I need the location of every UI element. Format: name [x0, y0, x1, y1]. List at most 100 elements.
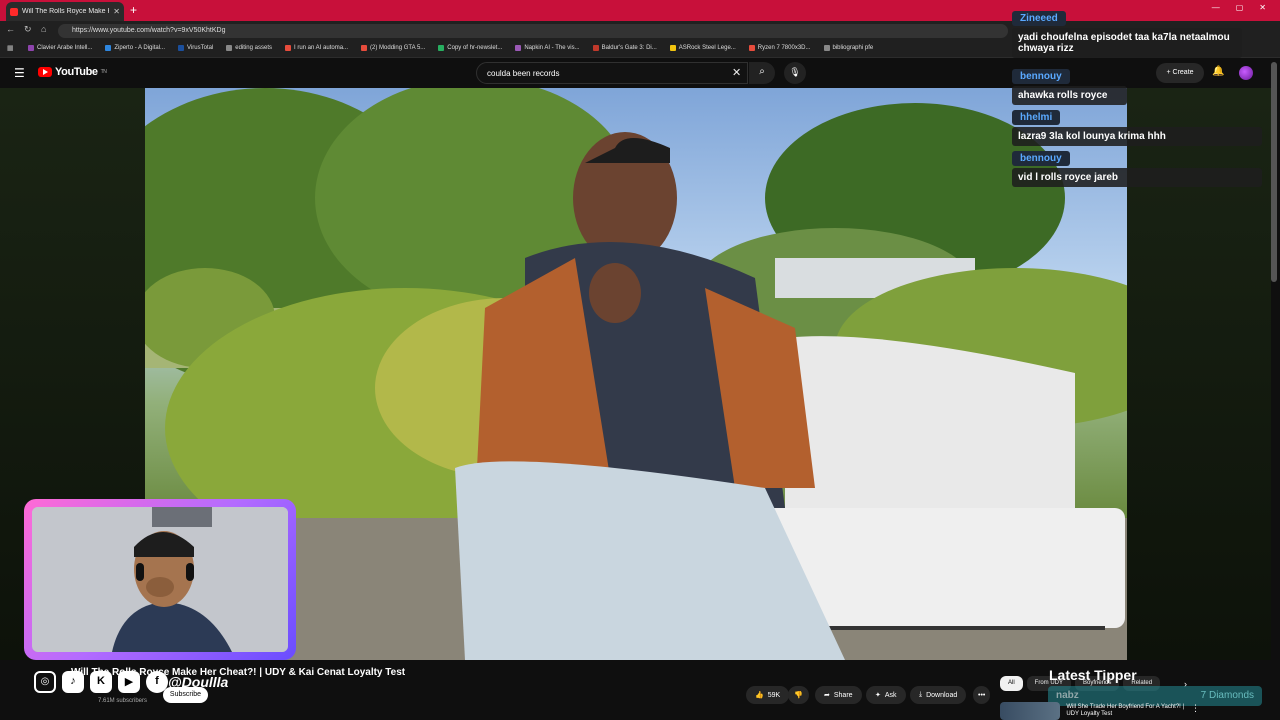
- like-count: 59K: [767, 691, 781, 699]
- bookmark-item[interactable]: Ziperto - A Digital...: [105, 45, 165, 51]
- back-icon[interactable]: ←: [6, 24, 15, 34]
- bookmark-favicon-icon: [178, 45, 185, 51]
- chat-username: Zineeed: [1012, 11, 1066, 26]
- bookmark-item[interactable]: ASRock Steel Lege...: [669, 45, 736, 51]
- chat-message: bennouy ahawka rolls royce: [1012, 66, 1127, 105]
- bookmark-label: I run an AI automa...: [294, 45, 349, 51]
- bookmark-item[interactable]: VirusTotal: [178, 45, 213, 51]
- bookmark-item[interactable]: I run an AI automa...: [285, 45, 348, 51]
- bookmark-favicon-icon: [669, 45, 676, 51]
- bookmark-label: Baldur's Gate 3: Di...: [601, 45, 657, 51]
- apps-icon[interactable]: ▦: [7, 44, 14, 52]
- more-horizontal-icon: •••: [978, 691, 986, 699]
- search-input[interactable]: coulda been records: [476, 62, 748, 84]
- youtube-play-icon: [38, 67, 52, 77]
- bookmark-favicon-icon: [823, 45, 830, 51]
- bookmark-favicon-icon: [28, 45, 34, 51]
- tiktok-icon: ♪: [62, 671, 84, 693]
- tab-title: Will The Rolls Royce Make Her: [22, 8, 110, 15]
- bookmark-item[interactable]: editing assets: [226, 45, 272, 51]
- bookmark-favicon-icon: [592, 45, 599, 51]
- chat-text: ahawka rolls royce: [1012, 86, 1127, 105]
- youtube-favicon-icon: [10, 7, 18, 16]
- thumbs-up-icon: 👍: [755, 692, 764, 699]
- bookmark-item[interactable]: Baldur's Gate 3: Di...: [592, 45, 657, 51]
- bookmark-item[interactable]: (2) Modding GTA 5...: [361, 45, 425, 51]
- download-label: Download: [926, 691, 958, 699]
- notifications-bell-icon[interactable]: 🔔: [1212, 66, 1224, 77]
- share-button[interactable]: ➦ Share: [815, 686, 862, 704]
- browser-tab[interactable]: Will The Rolls Royce Make Her ✕: [6, 2, 124, 21]
- clear-search-icon[interactable]: ✕: [732, 66, 741, 79]
- chat-username: hhelmi: [1012, 110, 1061, 125]
- more-actions-button[interactable]: •••: [973, 686, 991, 704]
- page-scrollbar[interactable]: [1271, 62, 1277, 282]
- bookmark-item[interactable]: Copy of hr-newslet...: [438, 45, 502, 51]
- bookmark-favicon-icon: [105, 45, 112, 51]
- reload-icon[interactable]: ↻: [24, 24, 32, 35]
- home-icon[interactable]: ⌂: [41, 24, 46, 34]
- chat-text: yadi choufelna episodet taa ka7la netaal…: [1012, 28, 1242, 58]
- thumbs-down-icon: 👎: [794, 692, 803, 699]
- sparkle-icon: ✦: [875, 692, 881, 699]
- bookmark-label: Ziperto - A Digital...: [114, 45, 166, 51]
- tipper-amount: 7 Diamonds: [1200, 690, 1254, 701]
- plus-icon: +: [1166, 69, 1171, 76]
- bookmark-item[interactable]: Ryzen 7 7800x3D...: [748, 45, 811, 51]
- bookmark-favicon-icon: [226, 45, 233, 51]
- new-tab-icon[interactable]: +: [130, 3, 137, 17]
- download-button[interactable]: ⤓ Download: [910, 686, 967, 704]
- bookmark-label: bibliographi pfe: [832, 45, 874, 51]
- account-avatar[interactable]: [1239, 66, 1253, 80]
- ask-label: Ask: [884, 691, 897, 699]
- share-label: Share: [833, 691, 853, 699]
- social-icons: ◎ ♪ K ▶ f: [34, 671, 168, 693]
- bookmark-label: Clavier Arabe Intell...: [37, 45, 93, 51]
- latest-tipper-label: Latest Tipper: [1049, 667, 1137, 683]
- share-icon: ➦: [824, 692, 830, 699]
- logo-country: TN: [100, 69, 107, 75]
- kick-icon: K: [90, 671, 112, 693]
- bookmark-item[interactable]: Napkin AI - The vis...: [515, 45, 580, 51]
- voice-search-button[interactable]: 🎙: [784, 62, 806, 84]
- chat-text: vid l rolls royce jareb: [1012, 168, 1262, 187]
- create-button[interactable]: + Create: [1156, 63, 1204, 83]
- streamer-webcam: [24, 499, 296, 660]
- logo-text: YouTube: [55, 66, 98, 78]
- bookmark-label: editing assets: [235, 45, 272, 51]
- dislike-button[interactable]: 👎: [788, 686, 809, 704]
- subscriber-count: 7.61M subscribers: [98, 698, 148, 704]
- bookmark-favicon-icon: [438, 45, 445, 51]
- search-button[interactable]: ⌕: [749, 62, 775, 84]
- recommended-thumbnail[interactable]: [1000, 702, 1061, 720]
- bookmark-label: Napkin AI - The vis...: [524, 45, 580, 51]
- bookmark-favicon-icon: [361, 45, 368, 51]
- search-icon: ⌕: [759, 66, 765, 77]
- create-label: Create: [1172, 69, 1194, 76]
- bookmark-item[interactable]: Clavier Arabe Intell...: [28, 45, 92, 51]
- chat-message: Zineeed yadi choufelna episodet taa ka7la…: [1012, 8, 1242, 58]
- close-window-icon[interactable]: ✕: [1259, 3, 1266, 12]
- like-button[interactable]: 👍 59K: [746, 686, 790, 704]
- chat-message: bennouy vid l rolls royce jareb: [1012, 148, 1262, 187]
- bookmark-list: Clavier Arabe Intell... Ziperto - A Digit…: [28, 45, 873, 51]
- webcam-image: [32, 507, 288, 652]
- more-vertical-icon[interactable]: ⋮: [1191, 702, 1200, 720]
- bookmark-item[interactable]: bibliographi pfe: [823, 45, 874, 51]
- subscribe-button[interactable]: Subscribe: [163, 687, 208, 703]
- chat-username: bennouy: [1012, 151, 1070, 166]
- menu-icon[interactable]: ☰: [14, 66, 25, 80]
- download-icon: ⤓: [919, 691, 923, 698]
- webcam-feed: [32, 507, 288, 652]
- address-bar[interactable]: https://www.youtube.com/watch?v=9xV50Kht…: [58, 24, 1008, 38]
- close-tab-icon[interactable]: ✕: [113, 7, 120, 16]
- recommended-title[interactable]: Will She Trade Her Boyfriend For A Yacht…: [1066, 702, 1185, 720]
- ask-button[interactable]: ✦ Ask: [866, 686, 906, 704]
- youtube-logo[interactable]: YouTube TN: [38, 66, 107, 78]
- bookmark-label: VirusTotal: [187, 45, 214, 51]
- chip-item[interactable]: All: [1000, 676, 1023, 691]
- recommended-video[interactable]: Will She Trade Her Boyfriend For A Yacht…: [1000, 702, 1200, 720]
- bookmark-label: Copy of hr-newslet...: [447, 45, 503, 51]
- chat-message: hhelmi lazra9 3la kol lounya krima hhh: [1012, 107, 1262, 146]
- bookmark-label: (2) Modding GTA 5...: [370, 45, 426, 51]
